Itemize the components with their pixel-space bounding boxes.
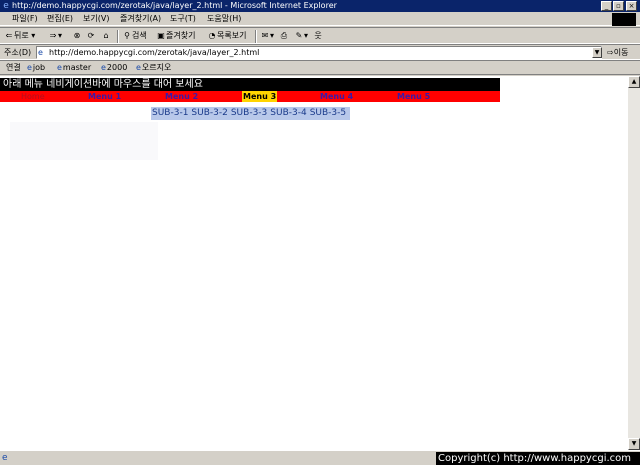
history-icon: ◔ <box>208 31 216 40</box>
nav-menu-5[interactable]: Menu 5 <box>397 91 430 102</box>
stop-button[interactable]: ⊗ <box>72 30 82 42</box>
history-button[interactable]: ◔ 목록보기 <box>207 30 247 42</box>
copyright-label: Copyright(c) http://www.happycgi.com <box>436 452 640 465</box>
edit-icon: ✎ <box>295 31 303 40</box>
refresh-button[interactable]: ⟳ <box>86 30 96 42</box>
submenu-item-3-2[interactable]: SUB-3-2 <box>191 108 227 118</box>
page-viewport: 아래 메뉴 네비게이션바에 마우스를 대어 보세요 Home Menu 1 Me… <box>0 76 628 450</box>
ie-logo-icon: e <box>3 1 9 11</box>
home-button[interactable]: ⌂ <box>101 30 111 42</box>
link-label: master <box>62 63 92 72</box>
nav-menu-1[interactable]: Menu 1 <box>88 91 121 102</box>
back-label: 뒤로 <box>14 31 29 40</box>
link-job[interactable]: ejob <box>27 62 45 74</box>
address-input[interactable]: e http://demo.happycgi.com/zerotak/java/l… <box>36 46 602 59</box>
go-button[interactable]: ⇨이동 <box>607 47 628 59</box>
stop-icon: ⊗ <box>73 31 81 40</box>
minimize-button[interactable]: _ <box>601 1 612 11</box>
submenu-item-3-3[interactable]: SUB-3-3 <box>231 108 267 118</box>
address-bar: 주소(D) e http://demo.happycgi.com/zerotak/… <box>0 44 640 60</box>
menu-help[interactable]: 도움말(H) <box>207 13 241 25</box>
forward-button[interactable]: ⇒ ▾ <box>48 30 62 42</box>
toolbar-separator <box>117 30 119 43</box>
back-arrow-icon: ⇐ <box>5 31 13 40</box>
address-label: 주소(D) <box>4 48 32 57</box>
link-label: 2000 <box>106 63 128 72</box>
menu-favorites[interactable]: 즐겨찾기(A) <box>120 13 161 25</box>
forward-dropdown-icon: ▾ <box>58 31 63 40</box>
address-dropdown-button[interactable]: ▼ <box>592 47 602 58</box>
messenger-button[interactable]: 웃 <box>313 30 323 42</box>
page-icon: e <box>38 48 43 57</box>
go-arrow-icon: ⇨ <box>607 48 614 57</box>
menu-tools[interactable]: 도구(T) <box>170 13 196 25</box>
favorites-icon: ▣ <box>157 31 165 40</box>
links-label: 연결 <box>6 63 21 72</box>
favorites-button[interactable]: ▣즐겨찾기 <box>156 30 195 42</box>
menu-file[interactable]: 파일(F) <box>12 13 38 25</box>
link-page-icon: e <box>57 63 62 72</box>
status-page-icon: e <box>2 453 8 463</box>
link-page-icon: e <box>101 63 106 72</box>
link-label: 오르지오 <box>141 63 172 72</box>
print-icon: ⎙ <box>280 31 288 40</box>
scroll-down-button[interactable]: ▼ <box>628 438 640 450</box>
nav-bar: Home Menu 1 Menu 2 Menu 3 Menu 4 Menu 5 <box>0 91 500 102</box>
close-button[interactable]: × <box>626 1 637 11</box>
submenu-item-3-4[interactable]: SUB-3-4 <box>270 108 306 118</box>
windows-logo-icon <box>612 13 636 26</box>
window-title: http://demo.happycgi.com/zerotak/java/la… <box>12 1 337 10</box>
menu-bar: 파일(F) 편집(E) 보기(V) 즐겨찾기(A) 도구(T) 도움말(H) <box>0 12 640 26</box>
browser-window: e http://demo.happycgi.com/zerotak/java/… <box>0 0 640 465</box>
hidden-layer <box>10 122 158 160</box>
submenu-layer: SUB-3-1 SUB-3-2 SUB-3-3 SUB-3-4 SUB-3-5 <box>151 107 351 120</box>
favorites-label: 즐겨찾기 <box>166 31 196 40</box>
link-page-icon: e <box>27 63 32 72</box>
nav-home[interactable]: Home <box>21 91 45 102</box>
maximize-button[interactable]: ▫ <box>613 1 624 11</box>
back-button[interactable]: ⇐ 뒤로 ▾ <box>4 30 36 42</box>
mail-icon: ✉ <box>261 31 269 40</box>
scroll-up-button[interactable]: ▲ <box>628 76 640 88</box>
search-label: 검색 <box>132 31 147 40</box>
nav-menu-3[interactable]: Menu 3 <box>242 91 278 102</box>
address-url: http://demo.happycgi.com/zerotak/java/la… <box>49 48 260 57</box>
vertical-scrollbar[interactable]: ▲ ▼ <box>628 76 640 450</box>
standard-toolbar: ⇐ 뒤로 ▾ ⇒ ▾ ⊗ ⟳ ⌂ ⚲ 검색 ▣즐겨찾기 ◔ 목록보기 ✉ ▾ ⎙ ✎ ▾ 웃 <box>0 27 640 44</box>
page-header: 아래 메뉴 네비게이션바에 마우스를 대어 보세요 <box>0 78 500 91</box>
menu-view[interactable]: 보기(V) <box>83 13 109 25</box>
refresh-icon: ⟳ <box>87 31 95 40</box>
nav-menu-4[interactable]: Menu 4 <box>320 91 353 102</box>
home-icon: ⌂ <box>103 31 109 40</box>
submenu-item-3-5[interactable]: SUB-3-5 <box>310 108 346 118</box>
link-page-icon: e <box>136 63 141 72</box>
link-orzio[interactable]: e오르지오 <box>136 62 171 74</box>
title-bar: e http://demo.happycgi.com/zerotak/java/… <box>0 0 640 12</box>
toolbar-separator <box>255 30 257 43</box>
link-label: job <box>32 63 46 72</box>
nav-menu-2[interactable]: Menu 2 <box>165 91 198 102</box>
menu-edit[interactable]: 편집(E) <box>47 13 73 25</box>
back-dropdown-icon: ▾ <box>28 31 36 40</box>
link-2000[interactable]: e2000 <box>101 62 127 74</box>
edit-button[interactable]: ✎ ▾ <box>294 30 308 42</box>
go-label: 이동 <box>613 48 629 57</box>
submenu-item-3-1[interactable]: SUB-3-1 <box>152 108 188 118</box>
messenger-icon: 웃 <box>314 31 322 40</box>
forward-arrow-icon: ⇒ <box>49 31 57 40</box>
history-label: 목록보기 <box>217 31 247 40</box>
link-master[interactable]: emaster <box>57 62 91 74</box>
search-button[interactable]: ⚲ 검색 <box>122 30 147 42</box>
print-button[interactable]: ⎙ <box>279 30 289 42</box>
links-bar: 연결 ejob emaster e2000 e오르지오 <box>0 60 640 75</box>
mail-button[interactable]: ✉ ▾ <box>260 30 274 42</box>
search-icon: ⚲ <box>124 31 130 40</box>
